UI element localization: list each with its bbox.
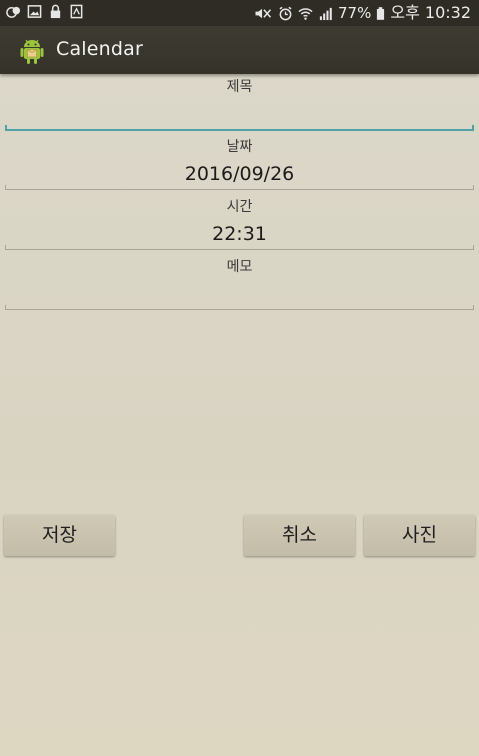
wifi-icon — [298, 7, 313, 20]
photo-button[interactable]: 사진 — [364, 515, 475, 556]
app-title: Calendar — [56, 38, 144, 60]
status-bar-notifications — [6, 4, 84, 19]
document-icon — [70, 4, 83, 19]
alarm-icon — [279, 6, 292, 20]
date-field[interactable]: 2016/09/26 — [5, 159, 474, 190]
time-value: 22:31 — [212, 223, 267, 245]
time-label: 시간 — [226, 199, 253, 215]
cancel-button[interactable]: 취소 — [244, 515, 355, 556]
memo-label: 메모 — [226, 259, 253, 275]
date-value: 2016/09/26 — [184, 163, 295, 185]
mute-icon — [255, 8, 272, 18]
face-icon — [6, 6, 21, 18]
action-bar: Calendar — [0, 26, 479, 74]
battery-percent: 77% — [338, 4, 372, 22]
lock-icon — [50, 4, 61, 19]
signal-icon — [319, 7, 332, 20]
memo-input[interactable] — [5, 279, 474, 310]
time-field[interactable]: 22:31 — [5, 219, 474, 250]
clock: 오후 10:32 — [390, 3, 471, 22]
title-label: 제목 — [226, 79, 253, 95]
android-app-icon[interactable] — [16, 34, 48, 66]
date-label: 날짜 — [226, 139, 253, 155]
image-icon — [27, 5, 42, 18]
status-bar: 77% 오후 10:32 — [0, 0, 479, 26]
title-input[interactable] — [5, 99, 474, 131]
status-bar-system: 77% 오후 10:32 — [253, 3, 471, 23]
save-button[interactable]: 저장 — [4, 515, 115, 556]
battery-icon — [377, 6, 385, 20]
